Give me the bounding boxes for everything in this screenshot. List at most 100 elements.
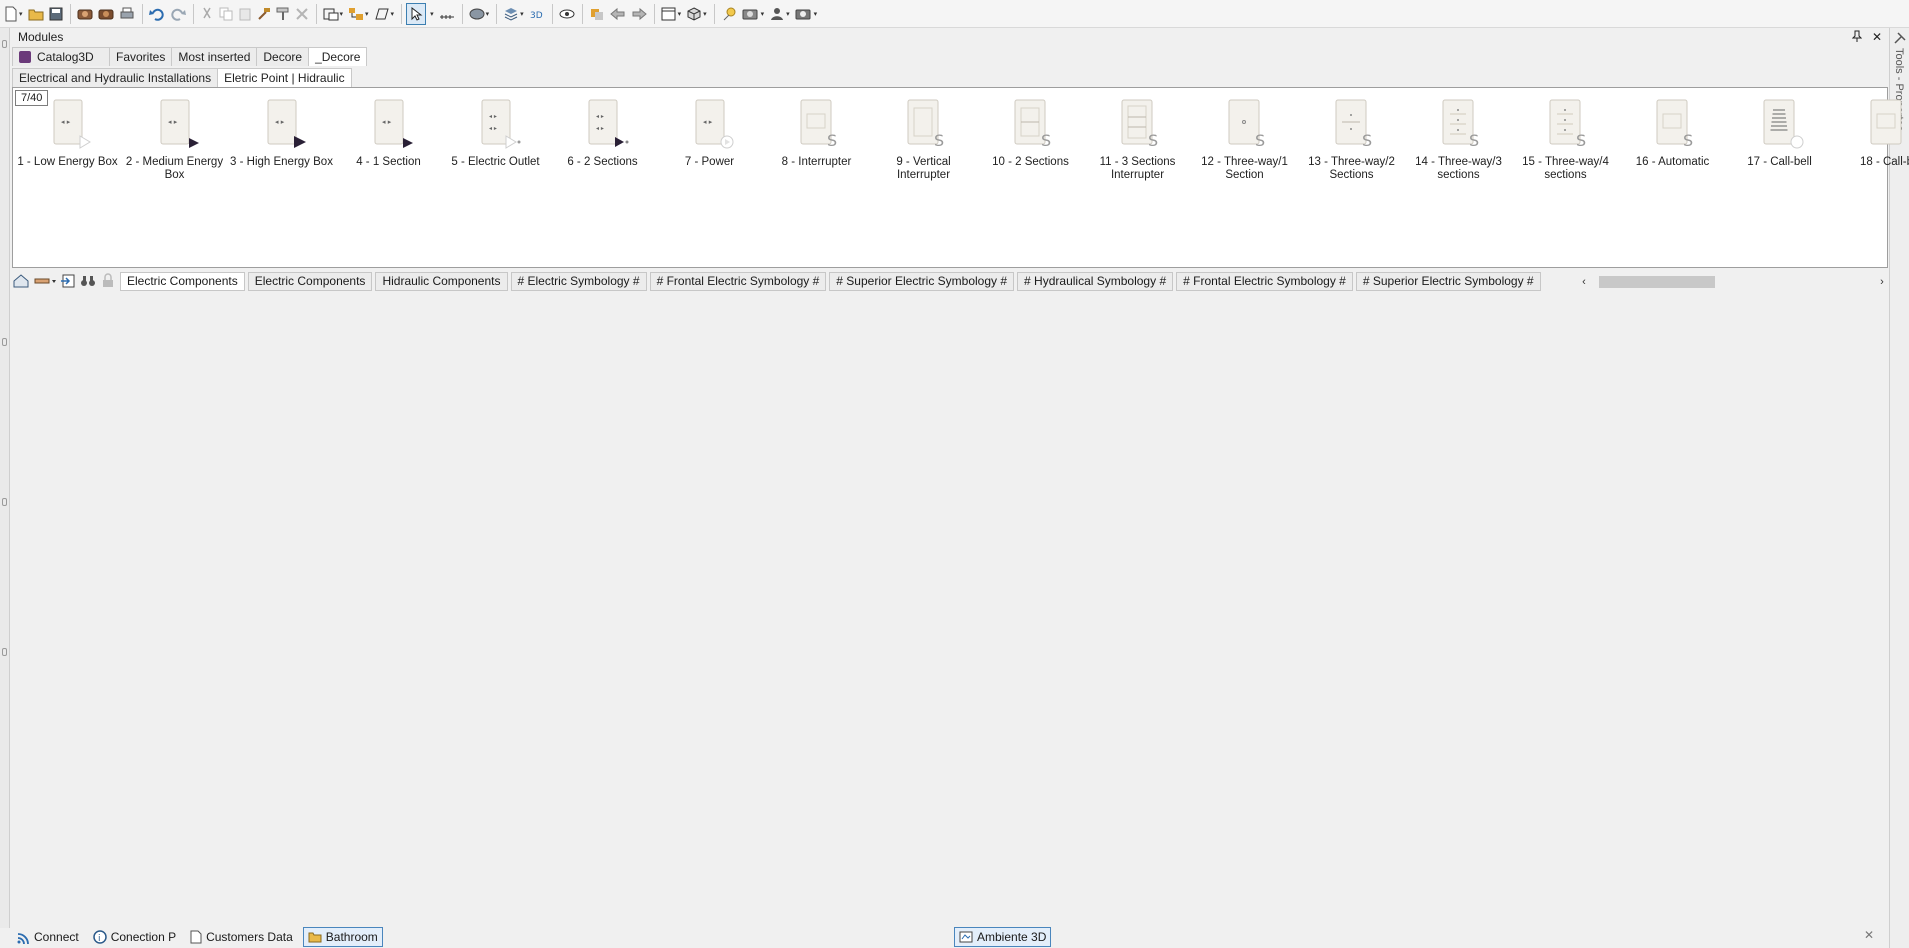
catalog-item[interactable]: S 9 - Vertical Interrupter bbox=[871, 94, 976, 182]
select-arrow-icon[interactable] bbox=[406, 2, 427, 25]
customers-data-tab[interactable]: Customers Data bbox=[186, 927, 297, 947]
light-icon[interactable] bbox=[719, 3, 739, 25]
tab-superior-electric-symbology-2[interactable]: # Superior Electric Symbology # bbox=[1355, 271, 1541, 291]
walls-icon[interactable]: ▾ bbox=[321, 3, 346, 25]
undo-icon[interactable] bbox=[147, 3, 167, 25]
home-up-icon[interactable] bbox=[12, 272, 30, 290]
catalog-item[interactable]: S 15 - Three-way/4 sections bbox=[1513, 94, 1618, 182]
close-icon[interactable]: ✕ bbox=[1872, 30, 1882, 44]
catalog-item[interactable]: S 16 - Automatic bbox=[1620, 94, 1725, 169]
cut-icon[interactable] bbox=[198, 3, 216, 25]
modules-title: Modules bbox=[18, 30, 64, 44]
render-icon[interactable] bbox=[75, 3, 95, 25]
catalog-item-thumbnail: S bbox=[1656, 99, 1693, 150]
layout-icon[interactable]: ▾ bbox=[346, 3, 371, 25]
nav-forward-icon[interactable] bbox=[629, 3, 649, 25]
tab-frontal-electric-symbology[interactable]: # Frontal Electric Symbology # bbox=[649, 271, 827, 291]
ruler-dropdown-icon[interactable] bbox=[34, 272, 56, 290]
dock-tab-marker[interactable] bbox=[2, 648, 7, 656]
tab-frontal-electric-symbology-2[interactable]: # Frontal Electric Symbology # bbox=[1176, 271, 1353, 291]
3d-view-icon[interactable]: 3D bbox=[527, 3, 547, 25]
move-icon[interactable] bbox=[587, 3, 607, 25]
measure-icon[interactable] bbox=[437, 3, 457, 25]
catalog-item[interactable]: ◂ ▸ 2 - Medium Energy Box bbox=[122, 94, 227, 182]
conection-p-tab[interactable]: i Conection P bbox=[89, 927, 180, 947]
catalog-item[interactable]: ◂ ▸ 1 - Low Energy Box bbox=[15, 94, 120, 169]
print-icon[interactable] bbox=[117, 3, 137, 25]
close-icon[interactable]: ✕ bbox=[1864, 928, 1874, 942]
catalog-item[interactable]: ◂ ▸ ◂ ▸ 5 - Electric Outlet bbox=[443, 94, 548, 169]
binoculars-icon[interactable] bbox=[80, 272, 96, 290]
new-file-icon[interactable]: ▾ bbox=[2, 3, 25, 25]
tab-label: Favorites bbox=[116, 49, 166, 64]
bathroom-tab[interactable]: Bathroom bbox=[302, 927, 383, 947]
dock-tab-marker[interactable] bbox=[2, 338, 7, 346]
catalog-item[interactable]: ◂ ▸ 7 - Power bbox=[657, 94, 762, 169]
camera-icon[interactable]: ▾ bbox=[740, 3, 767, 25]
task-label: Ambiente 3D bbox=[977, 930, 1047, 944]
catalog-item-thumbnail: S bbox=[1228, 99, 1265, 150]
paint-roller-icon[interactable] bbox=[274, 3, 292, 25]
dock-tab-marker[interactable] bbox=[2, 40, 7, 48]
catalog-item[interactable]: ◂ ▸ ◂ ▸ 6 - 2 Sections bbox=[550, 94, 655, 169]
catalog-item[interactable]: 18 - Call-b bbox=[1834, 94, 1909, 169]
tab-electric-symbology[interactable]: # Electric Symbology # bbox=[510, 271, 647, 291]
svg-text:3D: 3D bbox=[530, 11, 543, 21]
catalog-item[interactable]: S 14 - Three-way/3 sections bbox=[1406, 94, 1511, 182]
catalog-item[interactable]: 17 - Call-bell bbox=[1727, 94, 1832, 169]
hammer-icon[interactable] bbox=[255, 3, 273, 25]
scroll-thumb[interactable] bbox=[1599, 276, 1715, 288]
tab-electric-components-2[interactable]: Electric Components bbox=[247, 271, 373, 291]
photo-icon[interactable]: ▾ bbox=[793, 3, 820, 25]
shape-icon[interactable]: ▾ bbox=[372, 3, 397, 25]
catalog-item[interactable]: ◂ ▸ 3 - High Energy Box bbox=[229, 94, 334, 169]
window-icon[interactable]: ▾ bbox=[659, 3, 684, 25]
tab-decore-underscore[interactable]: _Decore bbox=[308, 47, 368, 66]
nav-back-icon[interactable] bbox=[608, 3, 628, 25]
render-batch-icon[interactable] bbox=[96, 3, 116, 25]
tab-most-inserted[interactable]: Most inserted bbox=[171, 47, 258, 66]
tab-eletric-point-hidraulic[interactable]: Eletric Point | Hidraulic bbox=[217, 68, 352, 87]
catalog-item[interactable]: S 12 - Three-way/1 Section bbox=[1192, 94, 1297, 182]
catalog-item-label: 12 - Three-way/1 Section bbox=[1201, 156, 1288, 181]
open-folder-icon[interactable] bbox=[26, 3, 46, 25]
scroll-track[interactable] bbox=[1591, 275, 1875, 289]
tab-catalog3d[interactable]: Catalog3D bbox=[12, 47, 110, 66]
copy-icon[interactable] bbox=[217, 3, 235, 25]
ambiente-3d-tab[interactable]: Ambiente 3D bbox=[954, 927, 1052, 947]
cube-icon[interactable]: ▾ bbox=[684, 3, 709, 25]
tab-decore[interactable]: Decore bbox=[256, 47, 310, 66]
svg-text:◂ ▸: ◂ ▸ bbox=[596, 113, 604, 120]
catalog-item[interactable]: S 8 - Interrupter bbox=[764, 94, 869, 169]
save-icon[interactable] bbox=[47, 3, 65, 25]
lock-icon[interactable] bbox=[100, 272, 116, 290]
select-dropdown[interactable]: ▾ bbox=[427, 3, 436, 25]
tab-superior-electric-symbology[interactable]: # Superior Electric Symbology # bbox=[829, 271, 1015, 291]
scroll-left-icon[interactable]: ‹ bbox=[1577, 276, 1591, 288]
catalog-item[interactable]: S 10 - 2 Sections bbox=[978, 94, 1083, 169]
tab-hidraulic-components[interactable]: Hidraulic Components bbox=[375, 271, 508, 291]
person-icon[interactable]: ▾ bbox=[767, 3, 792, 25]
redo-icon[interactable] bbox=[168, 3, 188, 25]
tab-hydraulical-symbology[interactable]: # Hydraulical Symbology # bbox=[1017, 271, 1174, 291]
pin-icon[interactable] bbox=[1851, 30, 1863, 45]
eye-icon[interactable] bbox=[557, 3, 577, 25]
horizontal-scrollbar[interactable]: ‹ › bbox=[1577, 274, 1889, 290]
tab-electric-components[interactable]: Electric Components bbox=[120, 271, 245, 291]
tab-favorites[interactable]: Favorites bbox=[109, 47, 173, 66]
catalog-item[interactable]: ◂ ▸ 4 - 1 Section bbox=[336, 94, 441, 169]
tab-electrical-hydraulic[interactable]: Electrical and Hydraulic Installations bbox=[12, 68, 219, 87]
box-stack-icon[interactable]: ▾ bbox=[501, 3, 526, 25]
dock-tab-marker[interactable] bbox=[2, 498, 7, 506]
catalog-item[interactable]: S 11 - 3 Sections Interrupter bbox=[1085, 94, 1190, 182]
catalog-item[interactable]: S 13 - Three-way/2 Sections bbox=[1299, 94, 1404, 182]
tools-icon[interactable] bbox=[1894, 32, 1906, 47]
layers-icon[interactable]: ▾ bbox=[467, 3, 492, 25]
import-icon[interactable] bbox=[60, 272, 76, 290]
scroll-right-icon[interactable]: › bbox=[1875, 276, 1889, 288]
delete-icon[interactable] bbox=[293, 3, 311, 25]
paste-icon[interactable] bbox=[236, 3, 254, 25]
connect-tab[interactable]: Connect bbox=[12, 927, 83, 947]
workspace-area[interactable] bbox=[12, 294, 1888, 924]
3d-window-icon bbox=[959, 931, 973, 943]
